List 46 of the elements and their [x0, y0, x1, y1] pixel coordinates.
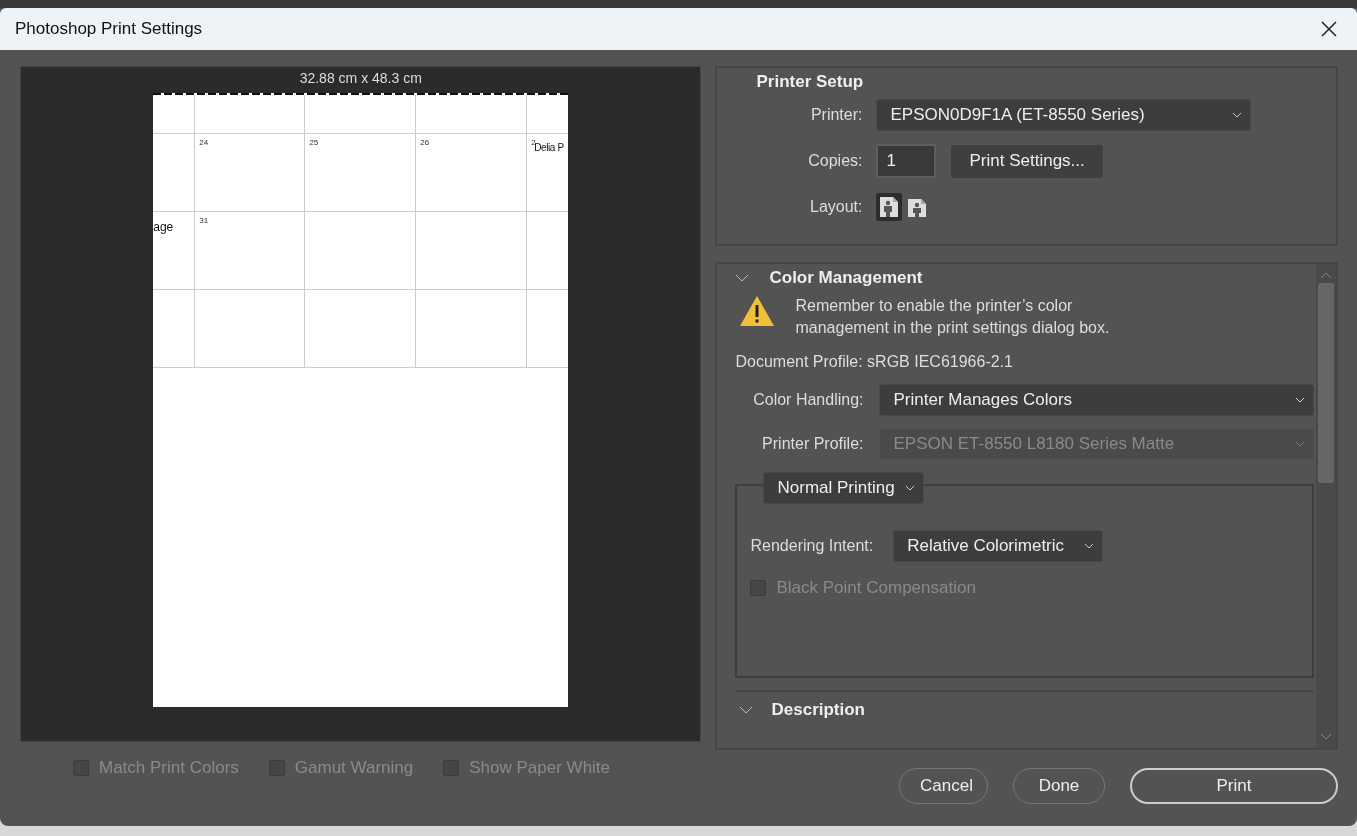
section-title: Description	[771, 700, 865, 720]
calendar-date: 25	[309, 138, 319, 147]
scroll-up-icon[interactable]	[1320, 272, 1332, 279]
rendering-intent-dropdown[interactable]: Relative Colorimetric	[893, 530, 1104, 562]
calendar-date: 26	[420, 138, 430, 147]
printer-dropdown[interactable]: EPSON0D9F1A (ET-8550 Series)	[876, 99, 1252, 131]
scrollbar[interactable]	[1316, 264, 1336, 748]
field-label: Layout:	[809, 198, 863, 216]
caret-icon	[1295, 441, 1305, 447]
copies-field[interactable]: 1	[876, 144, 937, 178]
calendar-event: Delia P	[534, 142, 564, 153]
field-label: Printer:	[809, 106, 863, 124]
caret-icon	[1295, 397, 1305, 403]
section-title: Printer Setup	[756, 72, 865, 92]
dialog-button[interactable]: Cancel	[899, 768, 988, 804]
caret-icon	[1084, 543, 1095, 549]
window-title: Photoshop Print Settings	[15, 19, 203, 39]
field-label: Printer Profile:	[761, 435, 864, 453]
document-profile-text: Document Profile: sRGB IEC61966-2.1	[735, 353, 1014, 371]
section-title: Color Management	[769, 268, 923, 288]
warning-icon	[739, 295, 776, 327]
calendar-date: 24	[199, 138, 209, 147]
calendar-event: age	[153, 220, 174, 234]
page-figure-icon	[907, 196, 928, 218]
color-handling-dropdown[interactable]: Printer Manages Colors	[879, 384, 1314, 416]
dialog-button[interactable]: Done	[1013, 768, 1105, 804]
layout-option[interactable]	[876, 193, 903, 221]
caret-icon	[904, 485, 915, 491]
paper-size-label: 32.88 cm x 48.3 cm	[299, 70, 422, 86]
calendar-cell	[153, 95, 196, 134]
print-settings-button[interactable]: Print Settings...	[950, 143, 1104, 179]
close-icon[interactable]	[1321, 21, 1337, 37]
calendar-date: 2	[531, 138, 536, 147]
scroll-down-icon[interactable]	[1320, 733, 1332, 740]
caret-icon	[1232, 112, 1243, 118]
warning-message: Remember to enable the printer’s color management in the print settings dialog box.	[795, 296, 1110, 338]
collapse-chevron-icon[interactable]	[735, 274, 750, 282]
field-label: Color Handling:	[752, 391, 864, 409]
page-figure-icon	[879, 196, 900, 218]
field-label: Copies:	[807, 152, 863, 170]
calendar-date: 31	[199, 216, 209, 225]
collapse-chevron-icon[interactable]	[739, 706, 754, 714]
scrollbar-thumb[interactable]	[1318, 283, 1334, 483]
print-mode-dropdown[interactable]: Normal Printing	[763, 472, 924, 504]
dialog-button[interactable]: Print	[1130, 768, 1338, 804]
field-label: Rendering Intent:	[750, 537, 874, 555]
